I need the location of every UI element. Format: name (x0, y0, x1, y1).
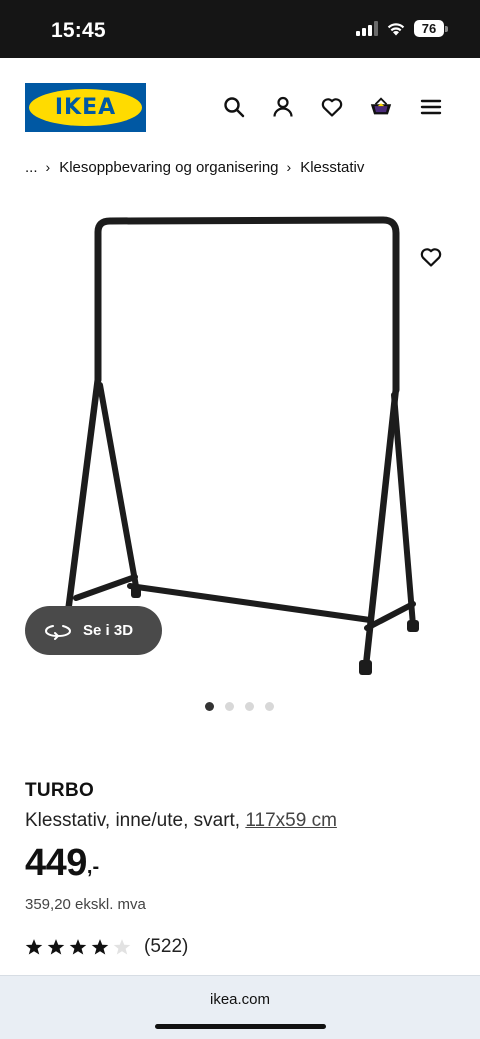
price-value: 449 (25, 842, 87, 884)
status-time: 15:45 (51, 19, 106, 42)
gallery-pagination (205, 702, 274, 711)
gallery-dot[interactable] (265, 702, 274, 711)
favorite-heart-icon[interactable] (418, 245, 444, 269)
breadcrumb: ... › Klesoppbevaring og organisering › … (25, 157, 364, 177)
status-bar: 15:45 76 (0, 0, 480, 58)
wifi-icon (387, 23, 405, 36)
breadcrumb-ellipsis[interactable]: ... (25, 159, 38, 176)
battery-icon: 76 (414, 20, 448, 37)
breadcrumb-item-clothes-rack[interactable]: Klesstativ (300, 159, 364, 176)
price-excl-vat: 359,20 ekskl. mva (25, 896, 146, 913)
star-filled-icon (25, 939, 43, 955)
breadcrumb-item-clothes-storage[interactable]: Klesoppbevaring og organisering (59, 159, 278, 176)
browser-address-bar[interactable]: ikea.com (0, 975, 480, 1039)
rating-stars (25, 938, 131, 956)
basket-icon[interactable] (368, 94, 394, 120)
product-description: Klesstativ, inne/ute, svart, 117x59 cm (25, 810, 337, 832)
gallery-dot[interactable] (225, 702, 234, 711)
battery-level: 76 (414, 20, 444, 37)
chevron-right-icon: › (286, 159, 292, 175)
product-price: 449 ,- (25, 842, 99, 885)
chevron-right-icon: › (45, 159, 51, 175)
rotate-3d-icon (45, 624, 71, 640)
gallery-dot[interactable] (245, 702, 254, 711)
url-text[interactable]: ikea.com (0, 991, 480, 1008)
account-icon[interactable] (270, 94, 296, 120)
search-icon[interactable] (221, 94, 247, 120)
product-brand: TURBO (25, 780, 95, 801)
gallery-dot[interactable] (205, 702, 214, 711)
site-header: IKEA (0, 58, 480, 158)
cellular-signal-icon (356, 21, 378, 36)
status-indicators: 76 (356, 20, 448, 37)
star-empty-icon (113, 939, 131, 955)
star-filled-icon (47, 939, 65, 955)
logo-text: IKEA (54, 95, 117, 120)
review-count[interactable]: (522) (144, 936, 188, 958)
view-3d-button[interactable]: Se i 3D (25, 606, 162, 655)
product-rating[interactable]: (522) (25, 936, 188, 958)
product-description-text: Klesstativ, inne/ute, svart, (25, 810, 246, 831)
view-3d-label: Se i 3D (83, 622, 134, 639)
home-indicator (155, 1024, 326, 1029)
star-filled-icon (69, 939, 87, 955)
menu-icon[interactable] (418, 94, 444, 120)
ikea-logo[interactable]: IKEA (25, 83, 146, 132)
price-suffix: ,- (86, 856, 100, 878)
heart-icon[interactable] (319, 94, 345, 120)
star-filled-icon (91, 939, 109, 955)
product-dimensions-link[interactable]: 117x59 cm (245, 810, 337, 831)
